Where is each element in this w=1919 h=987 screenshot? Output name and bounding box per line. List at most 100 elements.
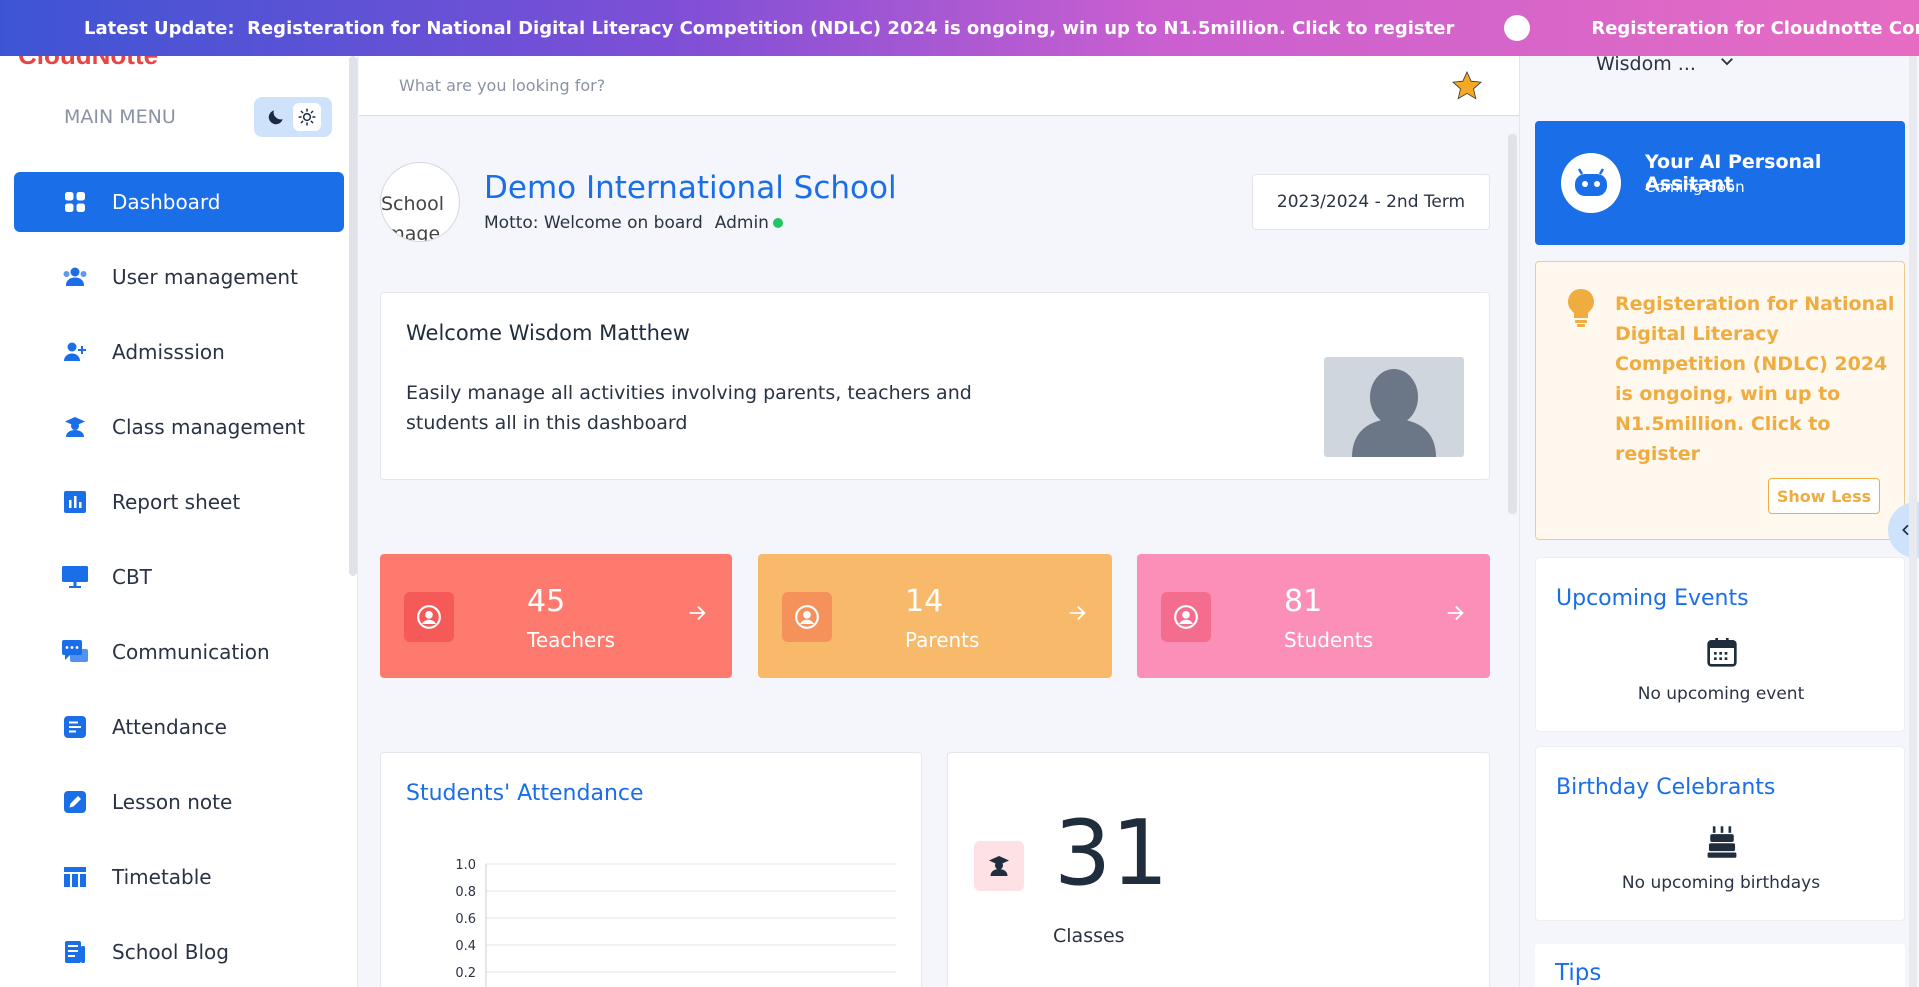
graduate-icon [62,414,88,440]
nav-label: Report sheet [112,490,241,514]
theme-toggle[interactable] [254,97,332,137]
y-tick-label: 1.0 [455,858,476,873]
tips-card: Tips [1535,944,1905,987]
right-panel-scrollbar[interactable] [1909,52,1917,987]
sidebar-scrollbar[interactable] [349,56,357,576]
user-circle-icon [1161,592,1211,642]
user-placeholder-icon [1352,369,1436,457]
term-selector[interactable]: 2023/2024 - 2nd Term [1252,174,1490,230]
user-circle-icon [782,592,832,642]
edit-icon [62,789,88,815]
nav-label: School Blog [112,940,229,964]
welcome-text: Easily manage all activities involving p… [406,382,972,434]
ticker-message-2[interactable]: Registeration for Cloudnotte Connect 202… [1591,18,1919,39]
ai-assistant-card[interactable]: Your AI Personal Assitant Coming Soon [1535,121,1905,245]
birthdays-empty-message: No upcoming birthdays [1621,873,1821,893]
bar-chart-icon [62,489,88,515]
nav-label: Dashboard [112,190,221,214]
stat-label: Teachers [527,628,615,652]
birthday-celebrants-card: Birthday Celebrants No upcoming birthday… [1535,746,1905,921]
moon-icon[interactable] [266,107,286,127]
stat-value: 45 [527,584,566,619]
graduate-icon [974,841,1024,891]
y-tick-label: 0.8 [455,885,476,900]
tips-title: Tips [1555,960,1602,986]
classes-count: 31 [1054,801,1169,906]
birthdays-title: Birthday Celebrants [1556,775,1776,800]
stat-label: Students [1284,628,1374,652]
nav-label: CBT [112,565,152,589]
nav-label: Communication [112,640,270,664]
nav-item-timetable[interactable]: Timetable [14,847,344,907]
ndlc-text[interactable]: Registeration for National Digital Liter… [1615,289,1895,469]
search-input[interactable]: What are you looking for? [399,76,605,95]
avatar [1324,357,1464,457]
main-menu-title: MAIN MENU [64,106,176,128]
search-bar[interactable]: What are you looking for? [359,56,1519,116]
online-status-dot [772,218,783,228]
school-name: Demo International School [484,170,897,206]
events-empty-message: No upcoming event [1637,684,1805,704]
events-title: Upcoming Events [1556,586,1749,611]
stat-card-students[interactable]: 81 Students [1137,554,1490,678]
add-user-icon [62,339,88,365]
attendance-card: Students' Attendance 1.0 0.8 0.6 0.4 0.2 [380,752,922,987]
calendar-icon [1707,638,1737,667]
nav-label: Attendance [112,715,227,739]
role-label: Admin [714,213,769,233]
ticker-message-1[interactable]: Latest Update: Registeration for Nationa… [84,18,1454,39]
nav-item-dashboard[interactable]: Dashboard [14,172,344,232]
nav-label: User management [112,265,298,289]
main-scrollbar[interactable] [1508,134,1517,514]
chat-icon [62,639,88,665]
stat-card-teachers[interactable]: 45 Teachers [380,554,732,678]
nav-item-attendance[interactable]: Attendance [14,697,344,757]
y-tick-label: 0.6 [455,912,476,927]
attendance-title: Students' Attendance [406,781,644,806]
classes-label: Classes [1053,925,1125,947]
nav-label: Class management [112,415,305,439]
arrow-right-icon[interactable] [686,602,708,624]
arrow-right-icon[interactable] [1066,602,1088,624]
announcement-ticker[interactable]: Latest Update: Registeration for Nationa… [0,0,1919,56]
attendance-chart: 1.0 0.8 0.6 0.4 0.2 [455,858,896,987]
users-icon [62,264,88,290]
classes-card[interactable]: 31 Classes [947,752,1490,987]
cake-icon [1707,826,1737,858]
nav-label: Admisssion [112,340,225,364]
school-image: School image [380,162,460,242]
ticker-separator [1504,15,1531,41]
nav-label: Lesson note [112,790,233,814]
nav-item-school-blog[interactable]: School Blog [14,922,344,982]
profile-name[interactable]: Wisdom ... [1596,53,1696,75]
monitor-icon [62,564,88,590]
nav-item-lesson-note[interactable]: Lesson note [14,772,344,832]
nav-item-communication[interactable]: Communication [14,622,344,682]
lightbulb-icon [1568,289,1594,327]
dashboard-grid-icon [62,189,88,215]
arrow-right-icon[interactable] [1444,602,1466,624]
school-motto: Motto: Welcome on board Admin [484,213,783,233]
y-tick-label: 0.4 [455,939,476,954]
nav-item-admission[interactable]: Admisssion [14,322,344,382]
star-icon[interactable] [1451,70,1483,102]
y-tick-label: 0.2 [455,966,476,981]
nav-item-cbt[interactable]: CBT [14,547,344,607]
nav-label: Timetable [112,865,212,889]
nav-item-class-management[interactable]: Class management [14,397,344,457]
stat-value: 14 [905,584,944,619]
welcome-card: Welcome Wisdom Matthew Easily manage all… [380,292,1490,480]
ndlc-notice-card[interactable]: Registeration for National Digital Liter… [1535,261,1905,540]
list-icon [62,714,88,740]
sidebar: CloudNotte MAIN MENU Dashboard User mana… [0,0,358,987]
show-less-button[interactable]: Show Less [1768,478,1880,514]
sun-icon[interactable] [292,103,321,131]
nav-item-user-management[interactable]: User management [14,247,344,307]
nav-item-report-sheet[interactable]: Report sheet [14,472,344,532]
welcome-title: Welcome Wisdom Matthew [406,321,690,345]
main-nav: Dashboard User management Admisssion Cla… [14,172,344,987]
robot-icon [1561,153,1621,213]
stat-card-parents[interactable]: 14 Parents [758,554,1112,678]
blog-icon [62,939,88,965]
user-circle-icon [404,592,454,642]
